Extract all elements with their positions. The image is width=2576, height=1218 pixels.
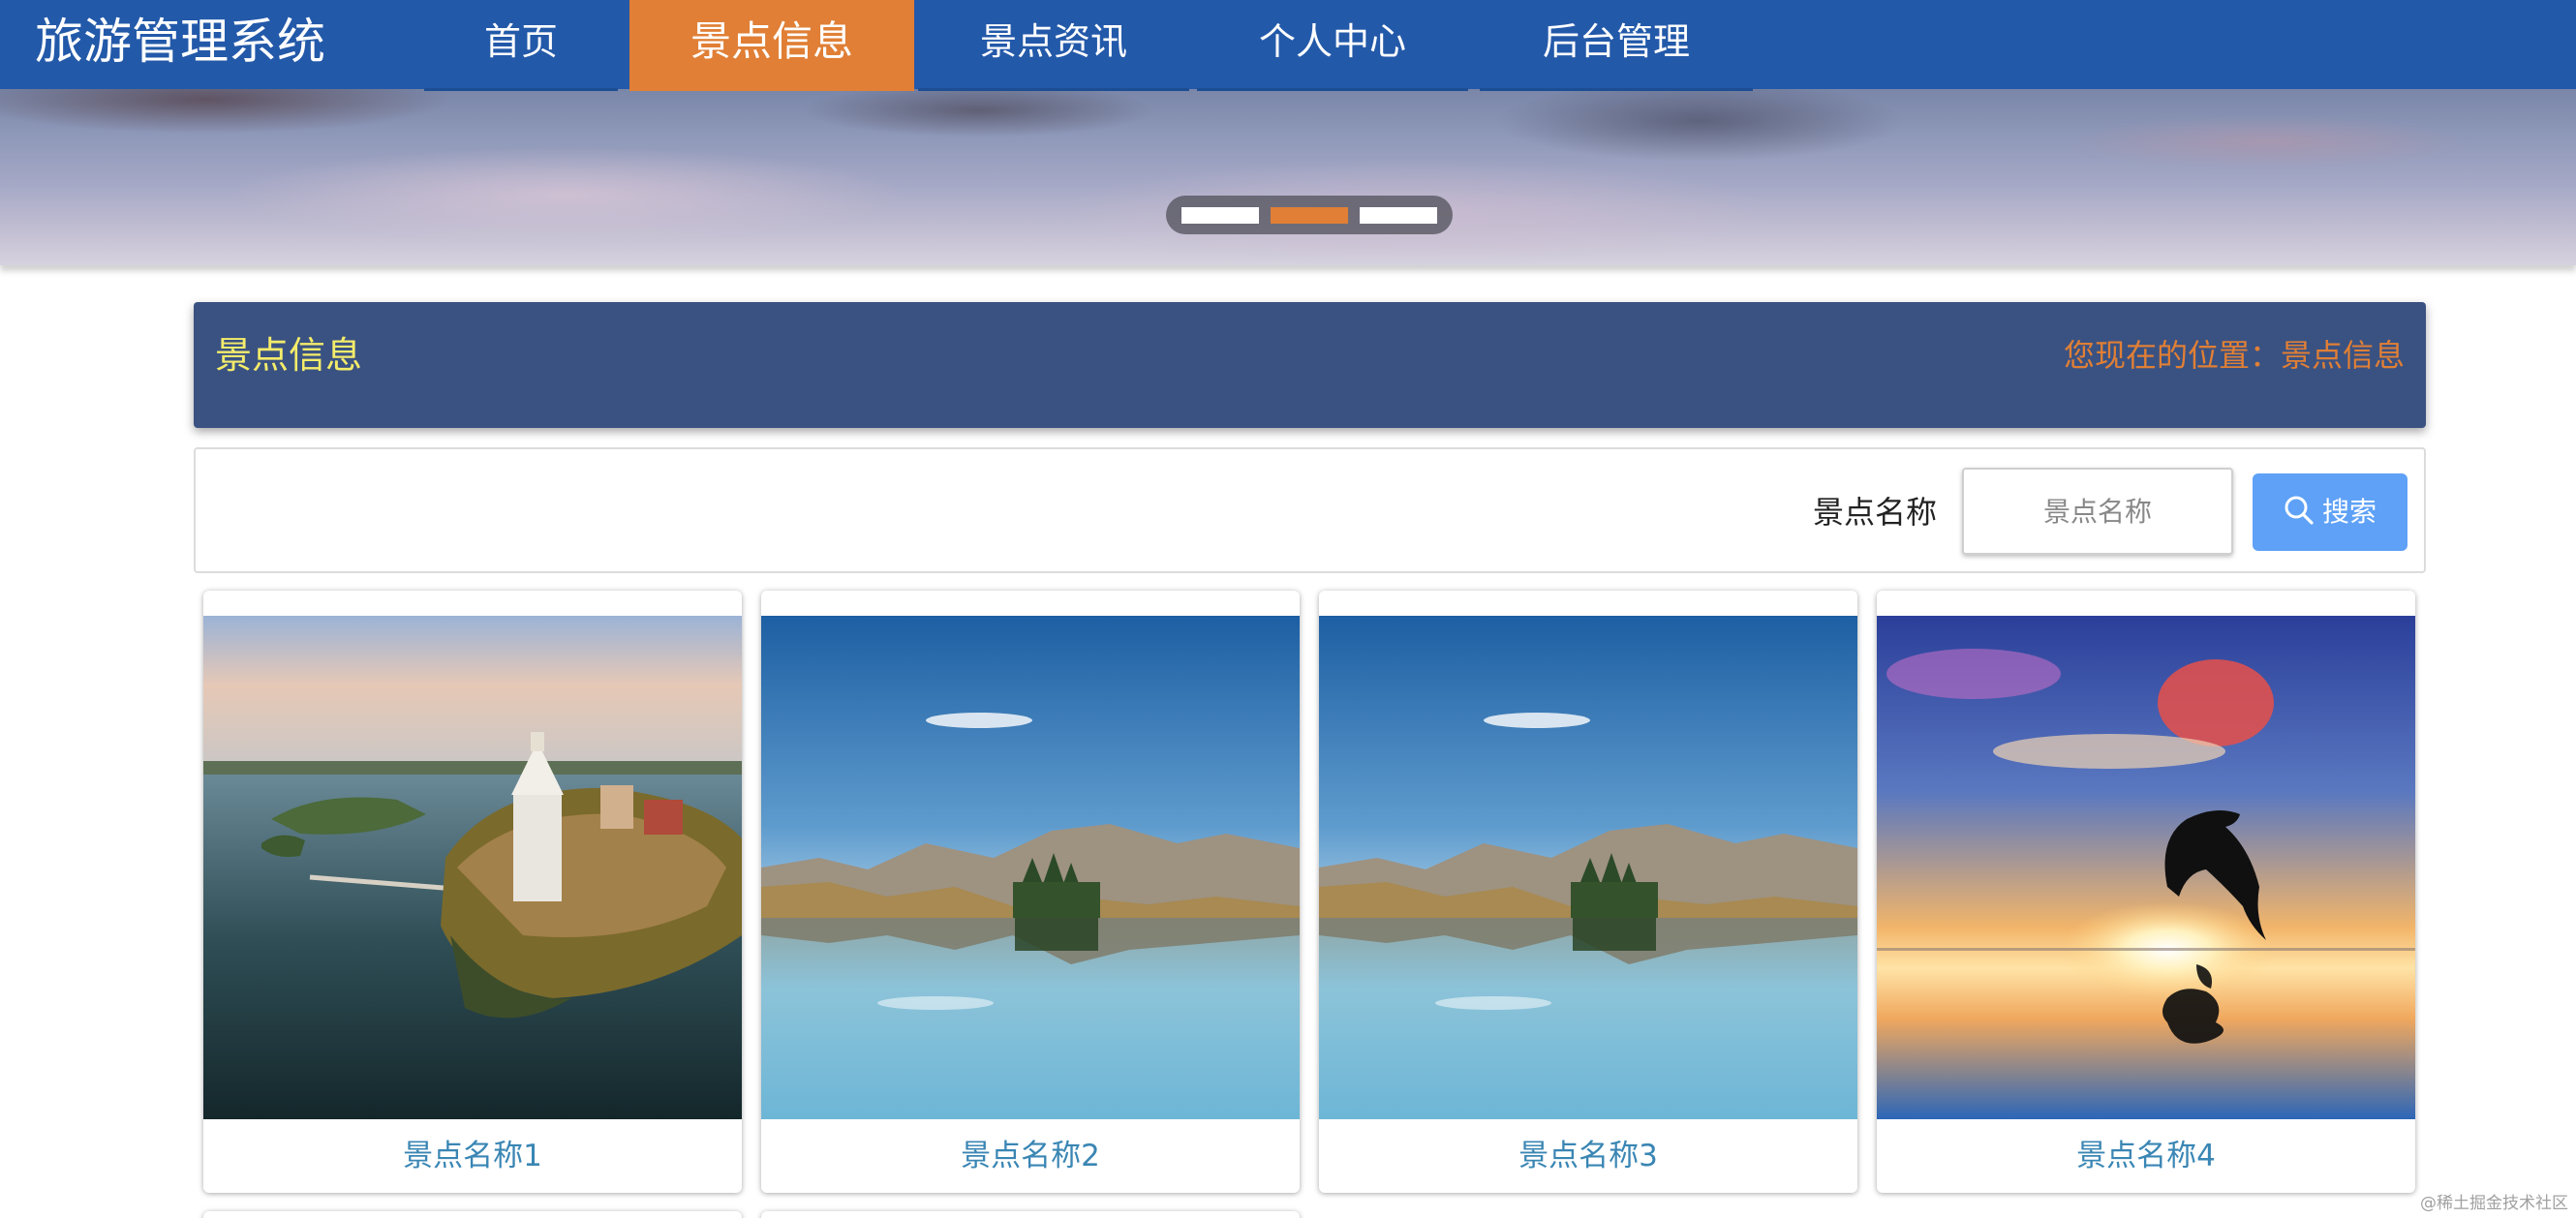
search-label: 景点名称 [1813,494,1938,531]
nav-item-label: 景点资讯 [979,20,1127,63]
hero-carousel-image [0,89,2576,265]
search-button-label: 搜索 [2321,496,2377,528]
carousel-dot-3[interactable] [1360,207,1437,224]
search-bar: 景点名称 搜索 [194,447,2426,573]
scenic-card[interactable]: 景点名称1 [203,591,742,1193]
nav-item-scenic-info[interactable]: 景点信息 [629,0,914,91]
scenic-card-name[interactable]: 景点名称4 [1877,1119,2415,1193]
nav-item-label: 首页 [483,20,558,63]
nav-item-admin[interactable]: 后台管理 [1480,0,1753,91]
scenic-card[interactable]: 景点名称4 [1877,591,2415,1193]
nav-item-home[interactable]: 首页 [424,0,618,91]
scenic-card-name[interactable]: 景点名称2 [761,1119,1300,1193]
carousel-indicators [1166,196,1453,234]
scenic-card-image [761,616,1300,1119]
carousel-dot-2-active[interactable] [1271,207,1348,224]
scenic-card[interactable]: 景点名称2 [761,591,1300,1193]
scenic-card[interactable]: 景点名称3 [1319,591,1857,1193]
nav-item-scenic-news[interactable]: 景点资讯 [918,0,1189,91]
section-header: 景点信息 您现在的位置：景点信息 [194,302,2426,428]
nav-item-label: 个人中心 [1258,20,1406,63]
scenic-card-next-row[interactable] [203,1211,742,1218]
scenic-card-next-row[interactable] [761,1211,1300,1218]
scenic-card-image [1319,616,1857,1119]
nav-item-label: 景点信息 [690,17,853,65]
breadcrumb: 您现在的位置：景点信息 [2063,337,2405,374]
page: 旅游管理系统 首页 景点信息 景点资讯 个人中心 后台管理 景点信息 您现在的位… [0,0,2576,1218]
watermark: @稀土掘金技术社区 [2420,1194,2568,1213]
scenic-card-image [1877,616,2415,1119]
search-input[interactable] [1962,468,2233,555]
carousel-dot-1[interactable] [1181,207,1259,224]
top-navbar: 旅游管理系统 首页 景点信息 景点资讯 个人中心 后台管理 [0,0,2576,91]
scenic-card-image [203,616,742,1119]
scenic-card-name[interactable]: 景点名称1 [203,1119,742,1193]
search-button[interactable]: 搜索 [2253,473,2407,551]
nav-item-personal-center[interactable]: 个人中心 [1197,0,1468,91]
site-brand[interactable]: 旅游管理系统 [35,0,325,83]
section-title: 景点信息 [215,334,363,377]
search-icon [2285,496,2314,525]
nav-item-label: 后台管理 [1542,20,1690,63]
scenic-card-name[interactable]: 景点名称3 [1319,1119,1857,1193]
